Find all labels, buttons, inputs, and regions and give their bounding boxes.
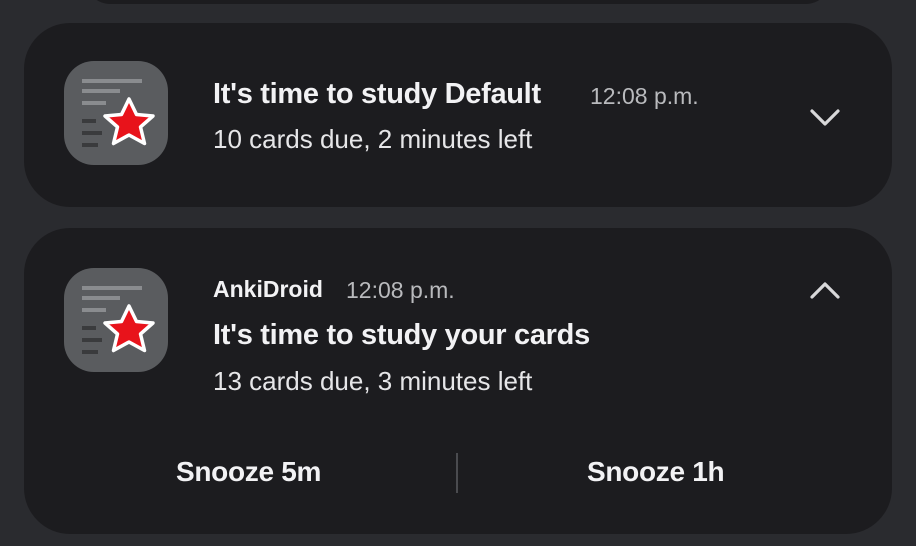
notification-card-collapsed[interactable]: It's time to study Default 12:08 p.m. 10…	[24, 23, 892, 207]
chevron-up-icon[interactable]	[806, 272, 844, 310]
notification-text: 13 cards due, 3 minutes left	[213, 366, 533, 396]
chevron-down-icon[interactable]	[806, 98, 844, 136]
snooze-5m-button[interactable]: Snooze 5m	[176, 456, 321, 488]
ankidroid-app-icon	[64, 61, 168, 165]
app-name: AnkiDroid	[213, 276, 323, 302]
notification-card-expanded[interactable]: AnkiDroid 12:08 p.m. It's time to study …	[24, 228, 892, 534]
notification-title: It's time to study your cards	[213, 319, 590, 351]
notification-time: 12:08 p.m.	[590, 83, 699, 109]
notification-text: 10 cards due, 2 minutes left	[213, 124, 533, 154]
notification-time: 12:08 p.m.	[346, 277, 455, 303]
action-divider	[456, 453, 458, 493]
previous-notification-edge	[86, 0, 830, 4]
ankidroid-app-icon	[64, 268, 168, 372]
notification-title: It's time to study Default	[213, 78, 541, 110]
snooze-1h-button[interactable]: Snooze 1h	[587, 456, 725, 488]
notification-actions: Snooze 5m Snooze 1h	[24, 446, 892, 500]
